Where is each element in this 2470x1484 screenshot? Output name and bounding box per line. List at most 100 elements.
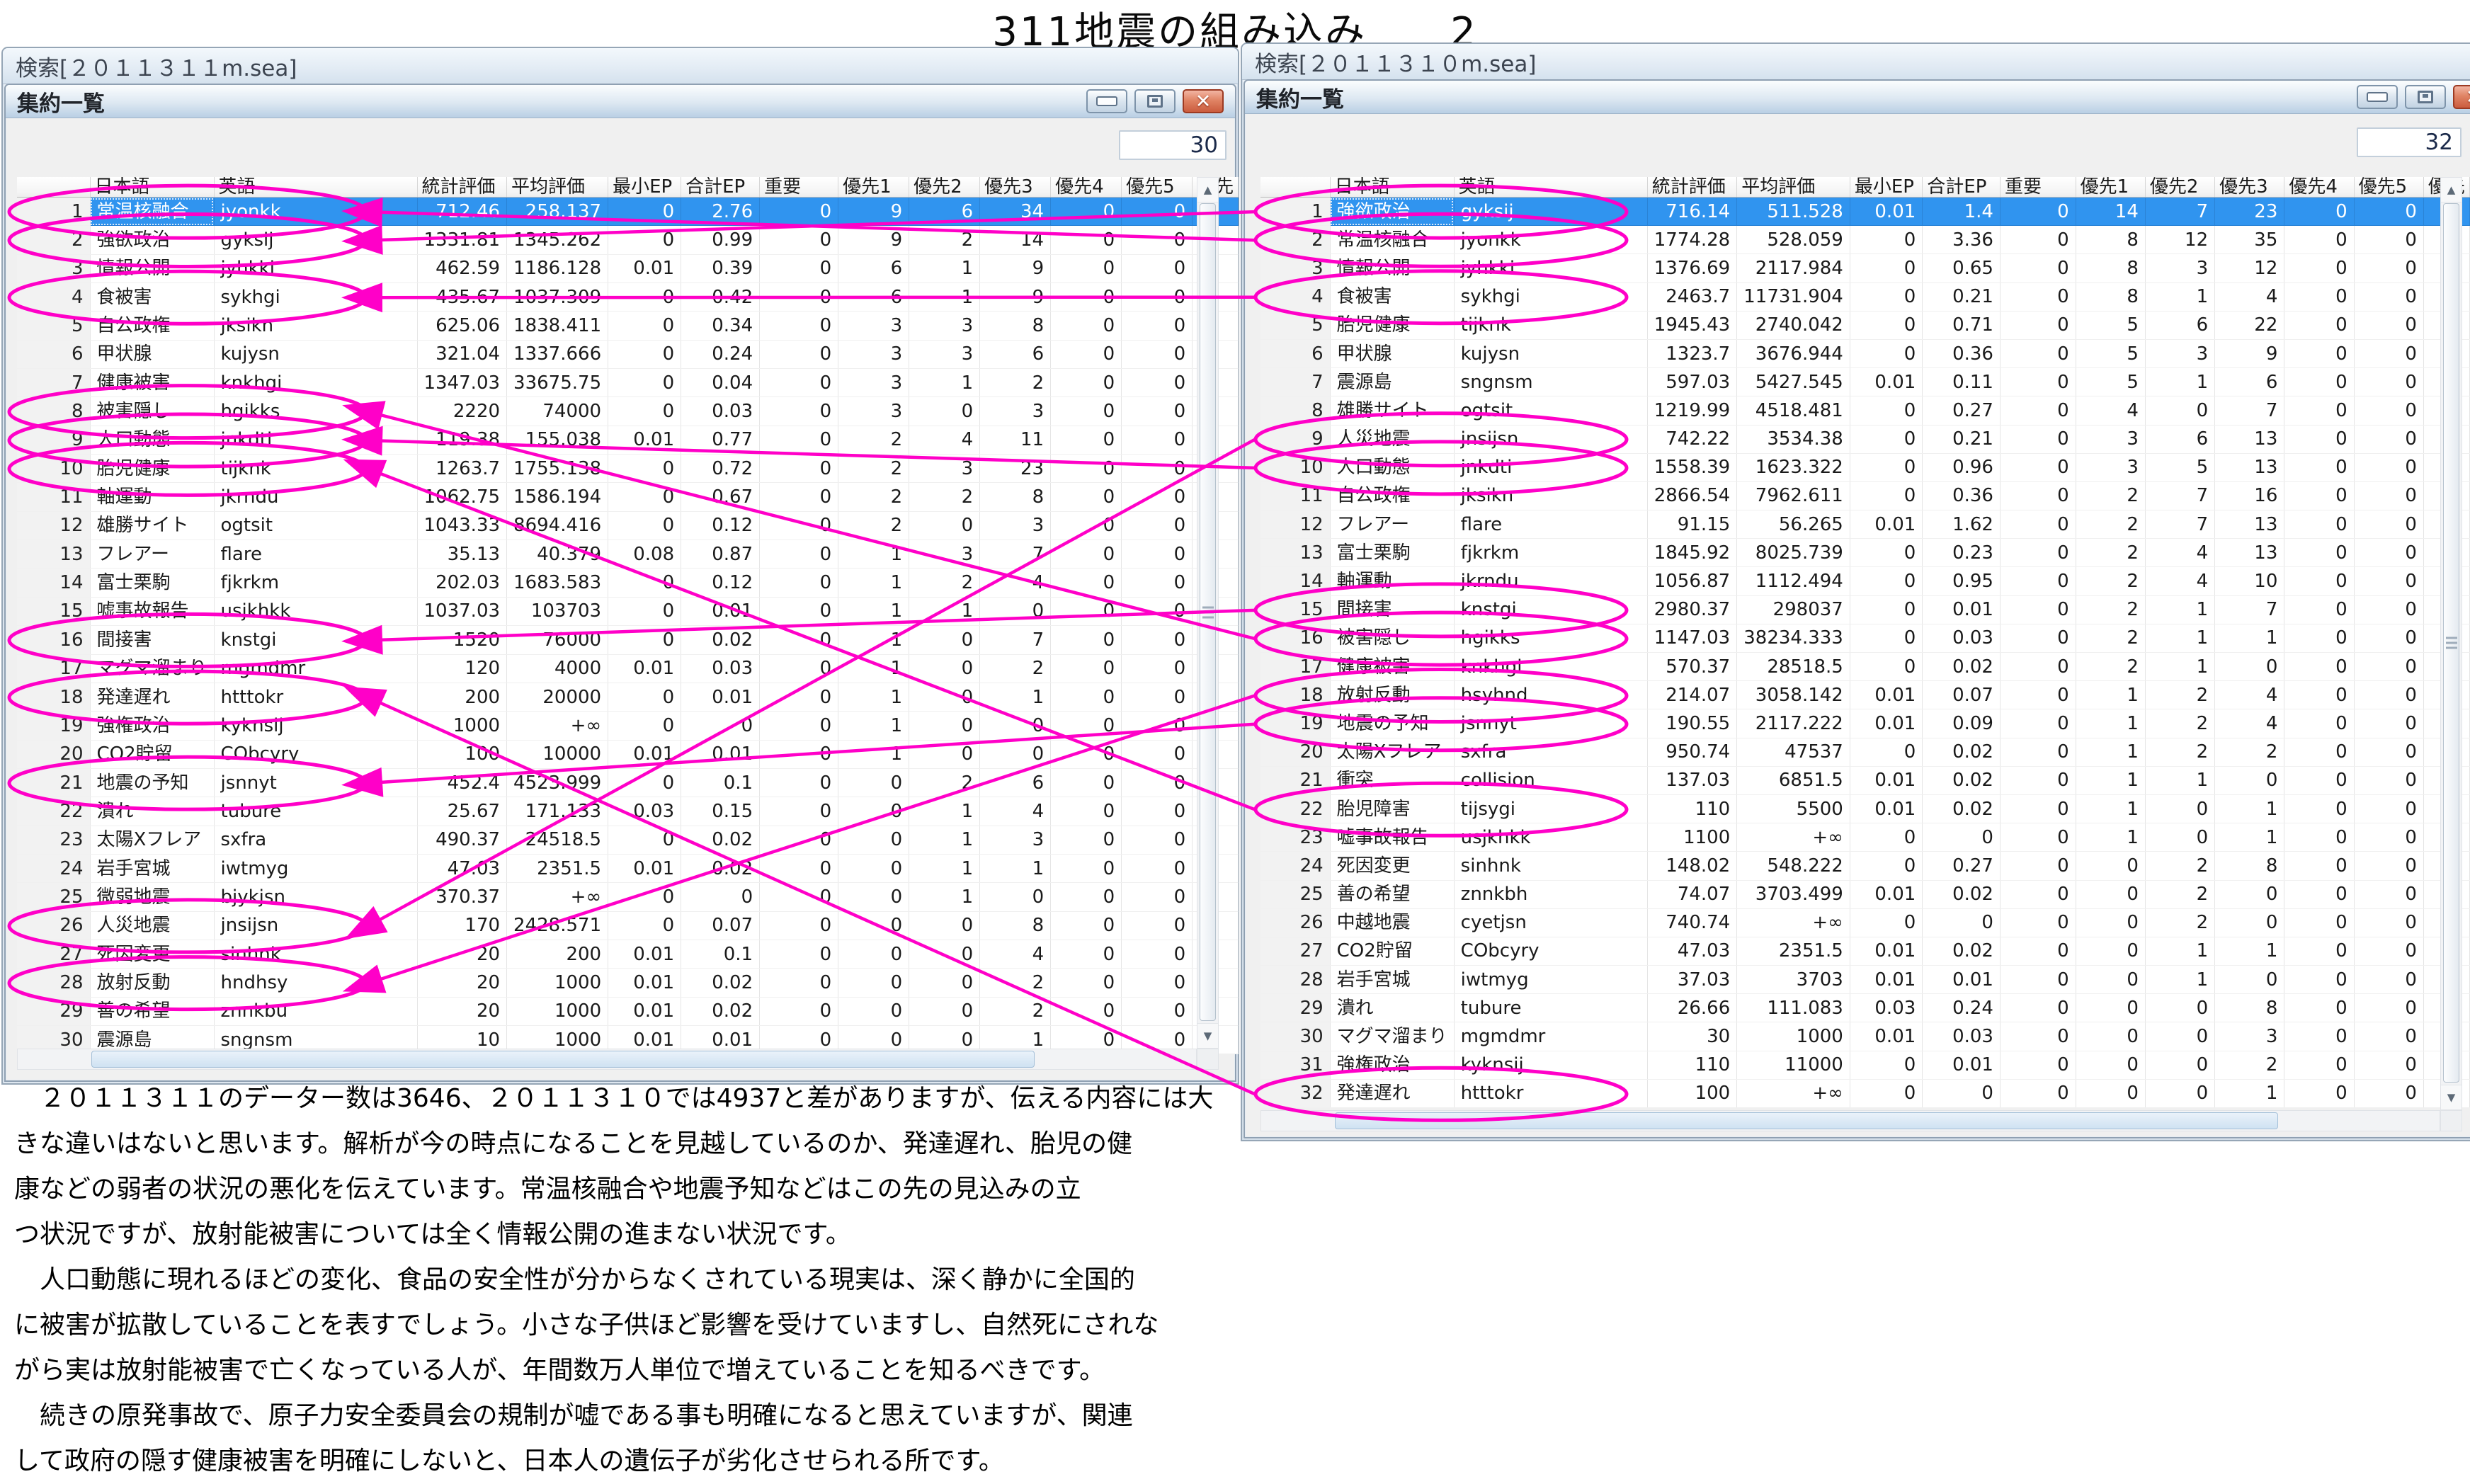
table-cell[interactable]: 0 (760, 883, 838, 911)
table-cell[interactable]: 2 (2076, 481, 2145, 510)
table-row[interactable]: 4食被害sykhgi2463.711731.90400.21081400 (1260, 282, 2470, 311)
table-cell[interactable]: 中越地震 (1330, 908, 1454, 937)
table-cell[interactable]: 4 (2215, 681, 2284, 709)
table-cell[interactable]: +∞ (507, 883, 608, 911)
row-count-right[interactable]: 32 (2357, 127, 2462, 157)
table-row[interactable]: 1強欲政治gyksij716.14511.5280.011.401472300 (1260, 198, 2470, 226)
table-cell[interactable]: 1000 (507, 997, 608, 1025)
table-cell[interactable]: 0.1 (681, 768, 760, 797)
table-cell[interactable]: 0 (2354, 567, 2423, 595)
table-cell[interactable]: 2 (980, 969, 1051, 997)
table-cell[interactable]: 11 (17, 483, 90, 511)
table-cell[interactable]: 0 (1850, 226, 1922, 254)
table-cell[interactable]: tubure (214, 797, 417, 826)
table-cell[interactable]: 0 (2000, 880, 2076, 908)
table-cell[interactable]: 0 (1923, 908, 2001, 937)
table-cell[interactable]: 0.87 (681, 540, 760, 569)
table-cell[interactable]: 0 (760, 198, 838, 226)
table-row[interactable]: 15間接害knstgi2980.3729803700.01021700 (1260, 595, 2470, 624)
table-cell[interactable]: 人災地震 (90, 911, 214, 940)
table-cell[interactable]: hsyhnd (1454, 681, 1647, 709)
table-cell[interactable]: znnkbu (214, 997, 417, 1025)
table-cell[interactable]: 1558.39 (1647, 453, 1737, 481)
table-cell[interactable]: 47.03 (417, 854, 507, 882)
table-cell[interactable]: フレアー (90, 540, 214, 569)
table-cell[interactable]: 6 (1260, 339, 1330, 367)
table-cell[interactable]: 47.03 (1647, 937, 1737, 965)
table-cell[interactable]: 強権政治 (1330, 1051, 1454, 1079)
table-cell[interactable]: 11000 (1737, 1051, 1850, 1079)
table-cell[interactable]: 0.02 (1923, 937, 2001, 965)
table-cell[interactable]: 38234.333 (1737, 624, 1850, 652)
table-cell[interactable]: 1 (909, 797, 980, 826)
table-cell[interactable]: 0 (2000, 794, 2076, 823)
table-cell[interactable]: 0.01 (608, 854, 681, 882)
table-cell[interactable]: jnsijsn (214, 911, 417, 940)
table-cell[interactable]: 74000 (507, 397, 608, 426)
table-cell[interactable]: 0 (1122, 369, 1193, 397)
table-cell[interactable]: 4 (980, 797, 1051, 826)
table-cell[interactable]: 0 (1122, 969, 1193, 997)
table-cell[interactable]: 0 (1051, 455, 1122, 483)
table-cell[interactable]: 1345.262 (507, 226, 608, 254)
table-cell[interactable]: 16 (17, 626, 90, 654)
table-cell[interactable]: 0 (1122, 883, 1193, 911)
table-cell[interactable]: 2 (838, 426, 909, 454)
table-cell[interactable]: 0.02 (681, 969, 760, 997)
table-cell[interactable]: 0 (2354, 1079, 2423, 1107)
table-cell[interactable]: 0 (2076, 908, 2145, 937)
table-cell[interactable]: 震源島 (1330, 368, 1454, 396)
table-cell[interactable]: 0 (1051, 911, 1122, 940)
table-cell[interactable]: 0 (1122, 397, 1193, 426)
table-cell[interactable]: 1056.87 (1647, 567, 1737, 595)
table-cell[interactable]: 1 (909, 254, 980, 282)
table-cell[interactable]: 0 (608, 369, 681, 397)
table-cell[interactable]: ogtsit (214, 511, 417, 540)
table-cell[interactable]: 0 (2284, 709, 2354, 738)
table-cell[interactable]: 2 (980, 369, 1051, 397)
table-cell[interactable]: 7 (980, 626, 1051, 654)
table-row[interactable]: 14軸運動jkrndu1056.871112.49400.950241000 (1260, 567, 2470, 595)
table-cell[interactable]: 0.02 (1923, 738, 2001, 766)
table-cell[interactable]: 120 (417, 654, 507, 683)
table-cell[interactable]: iwtmyg (214, 854, 417, 882)
table-cell[interactable]: 12 (1260, 510, 1330, 539)
table-cell[interactable]: 0 (1122, 540, 1193, 569)
table-cell[interactable]: 13 (1260, 539, 1330, 567)
table-cell[interactable]: 0 (1051, 597, 1122, 625)
table-cell[interactable]: 0 (1850, 653, 1922, 681)
table-cell[interactable]: 0 (1051, 854, 1122, 882)
table-cell[interactable]: 0 (2284, 339, 2354, 367)
table-cell[interactable]: 1 (909, 883, 980, 911)
table-cell[interactable]: 0 (2076, 994, 2145, 1022)
table-cell[interactable]: 0 (2000, 254, 2076, 282)
table-cell[interactable]: 29 (1260, 994, 1330, 1022)
table-cell[interactable]: 0 (2284, 282, 2354, 311)
table-cell[interactable]: 7 (2215, 396, 2284, 425)
table-cell[interactable]: 19 (17, 712, 90, 740)
table-cell[interactable]: +∞ (1737, 1079, 1850, 1107)
table-cell[interactable]: 2 (2215, 1051, 2284, 1079)
table-cell[interactable]: 37.03 (1647, 966, 1737, 994)
header-cell[interactable]: 統計評価 (1647, 177, 1737, 198)
table-cell[interactable]: 0 (760, 397, 838, 426)
table-cell[interactable]: 19 (1260, 709, 1330, 738)
table-cell[interactable]: 0 (2215, 653, 2284, 681)
table-cell[interactable]: 0 (2000, 1079, 2076, 1107)
table-cell[interactable]: 0 (1850, 339, 1922, 367)
table-cell[interactable]: htttokr (214, 683, 417, 711)
table-cell[interactable]: 0 (909, 511, 980, 540)
table-cell[interactable]: 1 (909, 826, 980, 854)
table-cell[interactable]: 0 (760, 340, 838, 368)
table-cell[interactable]: 0.03 (681, 397, 760, 426)
table-cell[interactable]: 1147.03 (1647, 624, 1737, 652)
table-cell[interactable]: 4 (2215, 709, 2284, 738)
table-row[interactable]: 19地震の予知jsnnyt190.552117.2220.010.0901240… (1260, 709, 2470, 738)
table-cell[interactable]: 1 (2215, 823, 2284, 852)
table-cell[interactable]: 6 (980, 340, 1051, 368)
table-cell[interactable]: 597.03 (1647, 368, 1737, 396)
table-cell[interactable]: 0.01 (608, 654, 681, 683)
table-cell[interactable]: 8 (980, 483, 1051, 511)
table-cell[interactable]: 0 (2145, 1051, 2214, 1079)
table-cell[interactable]: 0 (2284, 453, 2354, 481)
